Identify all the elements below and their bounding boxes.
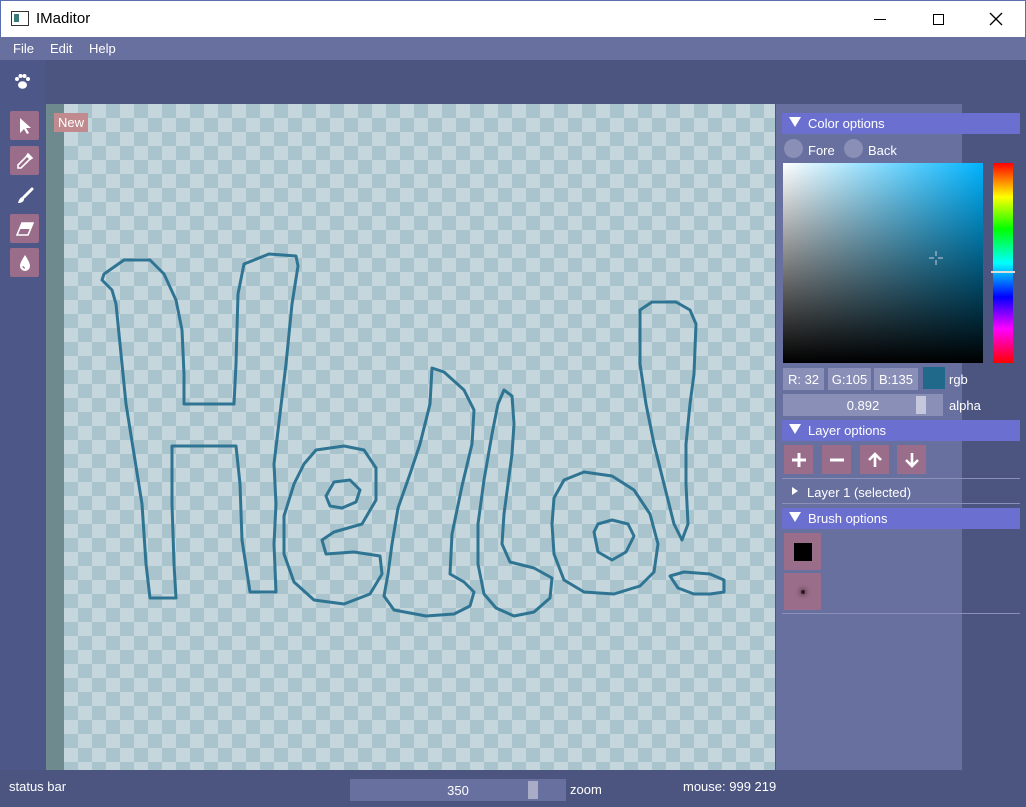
collapse-triangle-icon xyxy=(789,512,801,522)
current-color-swatch[interactable] xyxy=(923,367,945,389)
blue-field[interactable]: B:135 xyxy=(874,368,918,390)
move-layer-up-button[interactable] xyxy=(860,445,889,474)
eyedropper-tool-button[interactable] xyxy=(10,146,39,175)
minimize-button[interactable] xyxy=(851,1,909,37)
stroke-letter-l2 xyxy=(476,388,554,618)
hue-marker[interactable] xyxy=(991,271,1015,273)
plus-icon xyxy=(791,452,806,467)
menu-file[interactable]: File xyxy=(13,41,34,56)
fore-radio[interactable] xyxy=(784,139,803,158)
square-brush-icon xyxy=(793,542,812,561)
brush-tool-button[interactable] xyxy=(10,181,39,210)
menu-bar: File Edit Help xyxy=(0,37,1026,60)
window-title: IMaditor xyxy=(36,10,91,27)
layer-options-title: Layer options xyxy=(808,423,887,438)
brush-options-title: Brush options xyxy=(808,511,888,526)
zoom-slider[interactable]: 350 xyxy=(350,779,566,801)
tool-panel xyxy=(0,60,46,770)
stroke-letter-o xyxy=(550,470,660,596)
eraser-icon xyxy=(15,221,34,236)
stroke-exclaim-bar xyxy=(638,300,698,542)
expand-triangle-icon xyxy=(792,487,798,495)
alpha-label: alpha xyxy=(949,398,981,413)
back-radio[interactable] xyxy=(844,139,863,158)
layer-options-header[interactable]: Layer options xyxy=(782,420,1020,441)
add-layer-button[interactable] xyxy=(784,445,813,474)
paw-icon[interactable] xyxy=(12,72,32,92)
divider xyxy=(782,478,1020,479)
select-tool-button[interactable] xyxy=(10,111,39,140)
layer-item[interactable]: Layer 1 (selected) xyxy=(782,482,1020,503)
maximize-icon xyxy=(932,13,944,25)
new-badge: New xyxy=(54,113,89,132)
divider xyxy=(782,503,1020,504)
title-bar: IMaditor xyxy=(0,0,1026,37)
stroke-letter-l1 xyxy=(382,366,476,618)
alpha-slider[interactable]: 0.892 xyxy=(783,394,943,416)
fill-tool-button[interactable] xyxy=(10,248,39,277)
back-label: Back xyxy=(868,143,897,158)
collapse-triangle-icon xyxy=(789,117,801,127)
color-mode-label[interactable]: rgb xyxy=(949,372,968,387)
crosshair-icon xyxy=(929,251,943,265)
close-button[interactable] xyxy=(967,1,1025,37)
stroke-o-hole xyxy=(592,518,636,562)
arrow-up-icon xyxy=(867,451,882,467)
divider xyxy=(782,613,1020,614)
fore-label: Fore xyxy=(808,143,835,158)
arrow-down-icon xyxy=(904,452,919,468)
stroke-exclaim-dot xyxy=(668,570,726,596)
saturation-value-picker[interactable] xyxy=(783,163,983,363)
paintbrush-icon xyxy=(17,187,33,203)
minimize-icon xyxy=(874,18,886,20)
eyedropper-icon xyxy=(16,152,33,169)
stroke-letter-e xyxy=(282,444,384,606)
alpha-slider-knob[interactable] xyxy=(916,396,926,414)
move-layer-down-button[interactable] xyxy=(897,445,926,474)
menu-edit[interactable]: Edit xyxy=(50,41,72,56)
hue-slider[interactable] xyxy=(993,163,1013,363)
green-field[interactable]: G:105 xyxy=(828,368,871,390)
soft-brush-icon xyxy=(800,589,805,594)
brush-shape-soft-button[interactable] xyxy=(784,573,821,610)
status-text: status bar xyxy=(9,779,67,794)
remove-layer-button[interactable] xyxy=(822,445,851,474)
stroke-letter-h xyxy=(100,252,300,600)
zoom-label: zoom xyxy=(570,782,602,797)
brush-options-header[interactable]: Brush options xyxy=(782,508,1020,529)
hello-drawing xyxy=(100,252,726,618)
red-field[interactable]: R: 32 xyxy=(783,368,824,390)
droplet-icon xyxy=(19,254,30,271)
eraser-tool-button[interactable] xyxy=(10,214,39,243)
close-icon xyxy=(989,12,1003,26)
minus-icon xyxy=(829,458,844,461)
app-icon xyxy=(11,11,29,26)
zoom-slider-knob[interactable] xyxy=(528,781,538,799)
menu-help[interactable]: Help xyxy=(89,41,116,56)
layer-item-label: Layer 1 (selected) xyxy=(807,485,912,500)
color-options-title: Color options xyxy=(808,116,885,131)
collapse-triangle-icon xyxy=(789,424,801,434)
stroke-e-hole xyxy=(324,478,362,510)
color-options-header[interactable]: Color options xyxy=(782,113,1020,134)
maximize-button[interactable] xyxy=(909,1,967,37)
cursor-icon xyxy=(19,117,31,134)
brush-shape-square-button[interactable] xyxy=(784,533,821,570)
mouse-position: mouse: 999 219 xyxy=(683,779,777,794)
